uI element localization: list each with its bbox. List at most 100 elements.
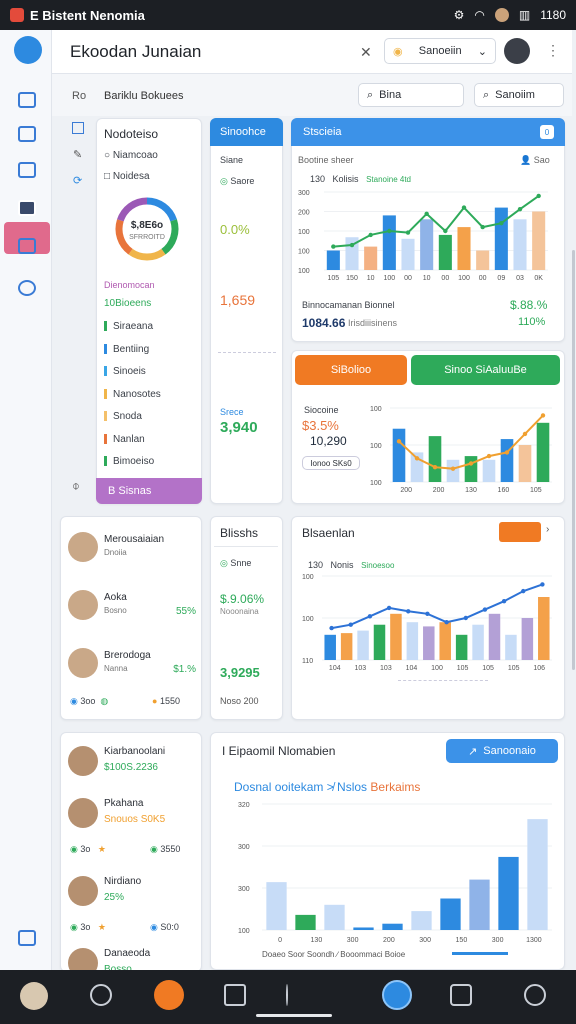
camera-icon[interactable] — [524, 984, 546, 1006]
chart-bar[interactable] — [476, 250, 490, 271]
person-row[interactable]: Pkahana Snouos S0K5 — [68, 796, 196, 832]
search-input-1[interactable]: ⌕ Bina — [358, 83, 464, 107]
close-icon[interactable]: ✕ — [360, 44, 372, 61]
scrollbar[interactable] — [572, 250, 575, 670]
chart-bar[interactable] — [266, 882, 287, 930]
app-icon — [10, 8, 24, 22]
chart-bar[interactable] — [469, 879, 490, 930]
chart1-chip[interactable]: 0 — [540, 125, 554, 139]
person-row[interactable]: Nirdiano 25% — [68, 874, 196, 910]
network-icon[interactable] — [18, 280, 36, 296]
chart-bar[interactable] — [382, 215, 396, 270]
person-row[interactable]: Kiarbanoolani $100S.2236 — [68, 744, 196, 780]
mic-icon[interactable] — [286, 984, 288, 1006]
calendar-icon[interactable] — [18, 162, 36, 178]
tool-icon[interactable]: ⌽ — [72, 478, 80, 494]
chart-bar[interactable] — [438, 234, 452, 270]
left-list-item[interactable]: Snoda — [104, 411, 198, 434]
chart-bar[interactable] — [428, 436, 442, 482]
profile-avatar[interactable] — [20, 982, 48, 1010]
chart-bar[interactable] — [439, 622, 451, 660]
chart-bar[interactable] — [472, 624, 484, 660]
chart-bar[interactable] — [423, 626, 435, 660]
chart-bar[interactable] — [457, 227, 471, 270]
dollar-icon: ◉ — [150, 844, 161, 854]
status-bar: E Bistent Nenomia ⚙ ◠ ▥ 1180 — [0, 0, 576, 30]
chart-bar[interactable] — [446, 459, 460, 482]
chart-bar[interactable] — [482, 459, 496, 482]
chart-bar[interactable] — [357, 630, 369, 660]
x-tick-label: 160 — [498, 487, 510, 494]
folder-icon[interactable] — [450, 984, 472, 1006]
user-avatar[interactable] — [504, 38, 530, 64]
left-list-item[interactable]: Bentiing — [104, 344, 198, 367]
home-button[interactable] — [154, 980, 184, 1010]
chart-bar[interactable] — [340, 633, 353, 660]
building-icon[interactable] — [18, 238, 36, 254]
header-search[interactable]: ◉ Sanoeiin ⌄ — [384, 38, 496, 64]
chart-bar[interactable] — [532, 211, 546, 271]
chart-bar[interactable] — [382, 923, 403, 930]
search-input-2[interactable]: ⌕ Sanoiim — [474, 83, 564, 107]
chart-bar[interactable] — [440, 898, 461, 931]
grid-icon[interactable] — [18, 126, 36, 142]
chart4-button[interactable]: ↗ Sanoonaio — [446, 739, 558, 763]
left-list-item[interactable]: Nanlan — [104, 434, 198, 457]
chart-bar[interactable] — [521, 618, 534, 660]
chart-bar[interactable] — [455, 634, 468, 660]
chart-bar[interactable] — [505, 634, 517, 660]
avatar-small[interactable] — [494, 8, 509, 22]
chart-bar[interactable] — [527, 819, 548, 930]
chart3-arrow-icon[interactable]: › — [546, 524, 549, 535]
refresh-icon[interactable]: ⟳ — [73, 174, 82, 187]
left-list-item[interactable]: Siraeana — [104, 321, 198, 344]
chart-bar[interactable] — [538, 597, 550, 660]
chart-bar[interactable] — [353, 927, 374, 930]
chart2-green-button[interactable]: Sinoo SiAaluuBe — [411, 355, 560, 385]
chart-bar[interactable] — [411, 911, 432, 930]
chart-bar[interactable] — [500, 439, 514, 482]
chart-bar[interactable] — [392, 428, 406, 482]
edit-icon[interactable]: ✎ — [73, 148, 82, 161]
chart-bar[interactable] — [401, 238, 415, 270]
home-icon[interactable] — [18, 92, 36, 108]
chart-bar[interactable] — [406, 622, 419, 660]
chart-bar[interactable] — [324, 634, 336, 660]
document-icon[interactable] — [18, 200, 36, 216]
person-row[interactable]: Merousaiaian Dnoiia — [68, 530, 196, 570]
link-icon[interactable] — [90, 984, 112, 1006]
chart-bar[interactable] — [464, 456, 478, 482]
list-icon[interactable] — [72, 122, 84, 134]
y-tick-label: 100 — [302, 616, 314, 623]
mid-panel-header[interactable]: Sinoohce — [210, 118, 283, 146]
chart-bar[interactable] — [494, 207, 508, 270]
chart3-scroll[interactable] — [398, 680, 488, 686]
chart-bar[interactable] — [326, 250, 340, 271]
chart-bar[interactable] — [364, 246, 378, 270]
left-list-item[interactable]: Sinoeis — [104, 366, 198, 389]
person-row[interactable]: Brerodoga Nanna $1.% — [68, 646, 196, 686]
chart-bar[interactable] — [518, 445, 532, 482]
person-row[interactable]: Aoka Bosno 55% — [68, 588, 196, 628]
lock-icon[interactable] — [18, 930, 36, 946]
chart-bar[interactable] — [295, 914, 316, 930]
chart-bar[interactable] — [390, 613, 402, 660]
more-icon[interactable]: ⋮ — [546, 42, 560, 59]
chart-bar[interactable] — [498, 856, 519, 930]
settings-icon[interactable]: ⚙ — [454, 8, 465, 22]
chart-bar[interactable] — [420, 219, 434, 270]
chart-bar[interactable] — [536, 422, 550, 482]
chart2-orange-button[interactable]: SiBolioo — [295, 355, 407, 385]
chart-bar[interactable] — [373, 624, 386, 660]
x-tick-label: 300 — [347, 937, 359, 944]
left-list-item[interactable]: Bimoeiso — [104, 456, 198, 479]
clock-button[interactable] — [382, 980, 412, 1010]
chart3-orange-chip[interactable] — [499, 522, 541, 542]
left-list-item[interactable]: Nanosotes — [104, 389, 198, 412]
chart-bar[interactable] — [513, 219, 527, 270]
app-logo[interactable] — [14, 36, 42, 64]
chart-bar[interactable] — [324, 904, 345, 930]
chart-bar[interactable] — [488, 613, 501, 660]
left-footer-button[interactable]: B Sisnas — [96, 478, 202, 504]
keyboard-icon[interactable] — [224, 984, 246, 1006]
